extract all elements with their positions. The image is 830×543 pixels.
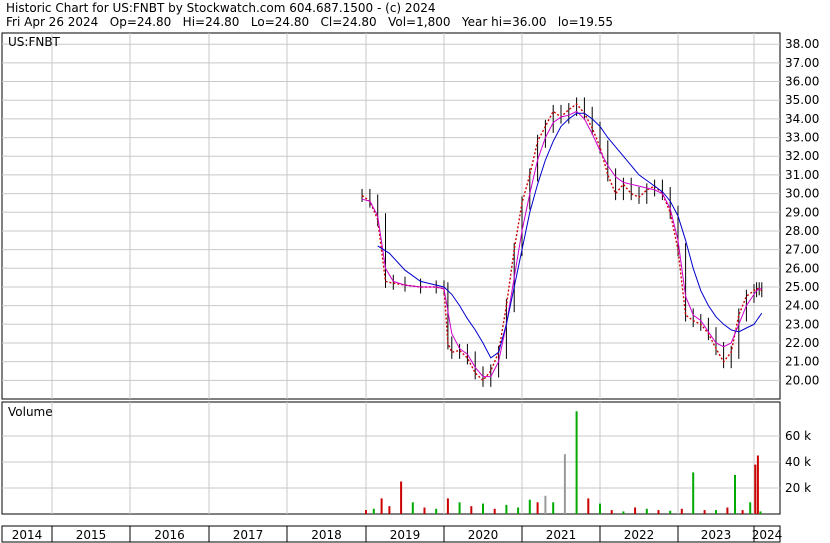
price-panel: US:FNBT 38.00 37.00 36.00 35.00 34.00 33.00 32… xyxy=(1,32,819,400)
price-tick-label: 25.00 xyxy=(785,280,819,294)
price-tick-label: 28.00 xyxy=(785,224,819,238)
volume-bar xyxy=(552,502,555,514)
volume-bar xyxy=(759,511,762,514)
price-tick-label: 21.00 xyxy=(785,355,819,369)
price-tick-label: 34.00 xyxy=(785,112,819,126)
price-tick-label: 31.00 xyxy=(785,168,819,182)
volume-bar xyxy=(749,502,752,514)
year-label: 2017 xyxy=(233,528,264,542)
price-tick-label: 32.00 xyxy=(785,149,819,163)
volume-bar xyxy=(715,510,717,514)
year-label: 2014 xyxy=(12,528,43,542)
volume-bar xyxy=(372,508,375,514)
price-tick-label: 36.00 xyxy=(785,75,819,89)
volume-bar xyxy=(482,503,484,514)
volume-bar xyxy=(587,498,590,514)
year-label: 2021 xyxy=(546,528,577,542)
price-tick-label: 24.00 xyxy=(785,299,819,313)
volume-bar xyxy=(754,464,757,514)
price-tick-label: 27.00 xyxy=(785,243,819,257)
price-tick-label: 29.00 xyxy=(785,205,819,219)
volume-bar xyxy=(610,510,613,514)
volume-bar xyxy=(599,503,601,514)
volume-bar xyxy=(493,508,496,514)
volume-bar xyxy=(400,481,403,514)
year-label: 2019 xyxy=(390,528,421,542)
volume-bar xyxy=(365,510,367,514)
price-tick-label: 38.00 xyxy=(785,37,819,51)
volume-bar xyxy=(680,508,683,514)
volume-bar xyxy=(734,475,736,514)
volume-bar xyxy=(388,506,391,514)
volume-tick-label: 20 k xyxy=(785,481,811,495)
year-label: 2018 xyxy=(311,528,342,542)
price-tick-label: 23.00 xyxy=(785,317,819,331)
volume-bar xyxy=(446,498,449,514)
volume-bar xyxy=(528,499,531,514)
volume-panel: Volume 60 k 40 k 20 k xyxy=(1,401,811,515)
volume-bar xyxy=(726,507,729,514)
volume-bar xyxy=(669,510,672,514)
volume-bar xyxy=(622,511,625,514)
price-tick-label: 35.00 xyxy=(785,93,819,107)
year-label: 2015 xyxy=(76,528,107,542)
volume-bar xyxy=(703,510,706,514)
volume-bar xyxy=(544,495,547,514)
volume-bar xyxy=(536,502,539,514)
volume-bar xyxy=(563,454,566,514)
volume-bar xyxy=(645,508,648,514)
volume-bar xyxy=(470,506,473,514)
volume-tick-label: 60 k xyxy=(785,429,811,443)
volume-bar xyxy=(575,411,578,514)
price-tick-label: 20.00 xyxy=(785,373,819,387)
year-label: 2022 xyxy=(624,528,655,542)
volume-bar xyxy=(634,507,637,514)
symbol-label: US:FNBT xyxy=(8,35,61,49)
volume-bar xyxy=(435,508,438,514)
volume-bar xyxy=(423,507,426,514)
year-label: 2023 xyxy=(701,528,732,542)
price-tick-label: 30.00 xyxy=(785,187,819,201)
volume-tick-label: 40 k xyxy=(785,455,811,469)
year-label: 2024 xyxy=(752,528,783,542)
price-tick-label: 22.00 xyxy=(785,336,819,350)
year-label: 2020 xyxy=(468,528,499,542)
price-tick-label: 37.00 xyxy=(785,56,819,70)
volume-bar xyxy=(505,504,508,514)
volume-bar xyxy=(756,455,759,514)
volume-bar xyxy=(517,507,520,514)
year-label: 2016 xyxy=(154,528,185,542)
price-tick-label: 26.00 xyxy=(785,261,819,275)
year-axis: 2014 2015 2016 2017 2018 2019 2020 2021 2022 2023… xyxy=(1,525,783,543)
volume-bar xyxy=(411,502,414,514)
volume-bar xyxy=(458,502,461,514)
volume-bar xyxy=(692,472,695,514)
price-tick-label: 33.00 xyxy=(785,131,819,145)
volume-bar xyxy=(657,510,660,514)
volume-bar xyxy=(380,498,383,514)
volume-bar xyxy=(741,510,744,514)
volume-label: Volume xyxy=(8,405,53,419)
stock-chart: US:FNBT 38.00 37.00 36.00 35.00 34.00 33.00 32… xyxy=(1,32,819,543)
